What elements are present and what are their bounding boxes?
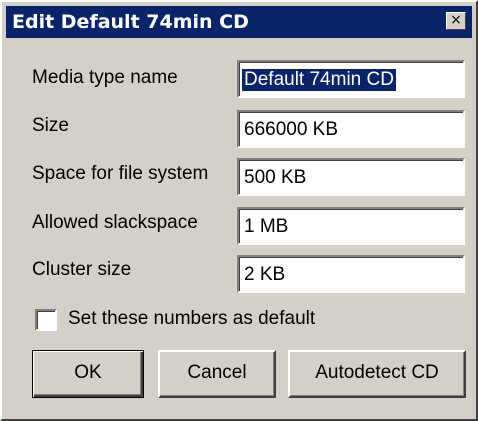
- cancel-button[interactable]: Cancel: [158, 350, 276, 398]
- cluster-size-label: Cluster size: [32, 259, 132, 280]
- size-label: Size: [32, 115, 69, 136]
- file-system-space-value: 500 KB: [244, 167, 307, 188]
- edit-media-dialog: Edit Default 74min CD × Media type name …: [0, 0, 478, 421]
- file-system-space-input[interactable]: 500 KB: [237, 158, 465, 196]
- slackspace-input[interactable]: 1 MB: [237, 207, 465, 245]
- media-type-name-label: Media type name: [32, 67, 178, 88]
- size-input[interactable]: 666000 KB: [237, 110, 465, 148]
- title-bar[interactable]: Edit Default 74min CD ×: [6, 6, 472, 38]
- set-default-checkbox[interactable]: [35, 309, 57, 331]
- size-value: 666000 KB: [244, 119, 339, 140]
- window-title: Edit Default 74min CD: [12, 11, 249, 33]
- file-system-space-label: Space for file system: [32, 163, 209, 184]
- media-type-name-input[interactable]: Default 74min CD: [237, 60, 465, 98]
- media-type-name-value: Default 74min CD: [242, 69, 396, 91]
- close-icon[interactable]: ×: [446, 12, 466, 30]
- autodetect-cd-button[interactable]: Autodetect CD: [288, 350, 466, 398]
- ok-button[interactable]: OK: [32, 350, 144, 398]
- slackspace-value: 1 MB: [244, 216, 289, 237]
- slackspace-label: Allowed slackspace: [32, 212, 198, 233]
- cluster-size-value: 2 KB: [244, 264, 286, 285]
- cluster-size-input[interactable]: 2 KB: [237, 255, 465, 293]
- set-default-checkbox-label[interactable]: Set these numbers as default: [68, 307, 315, 331]
